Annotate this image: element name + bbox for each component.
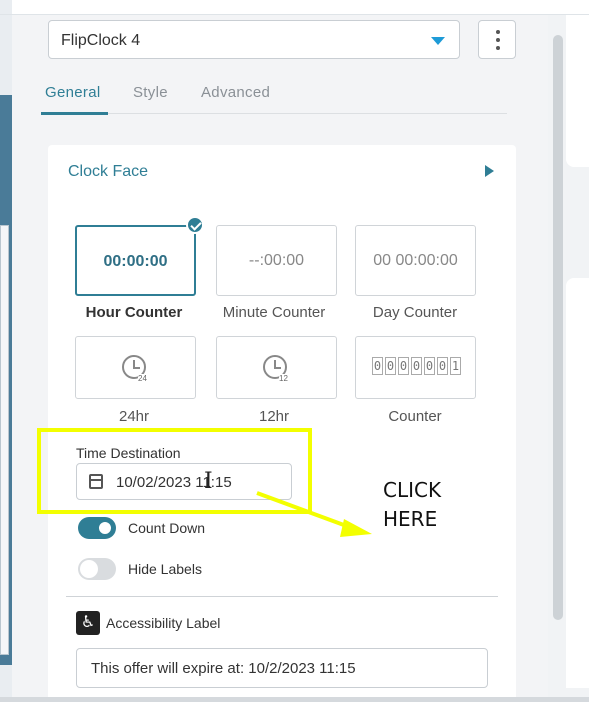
annotation-line: HERE — [383, 507, 438, 531]
annotation-arrow-icon — [256, 491, 372, 537]
annotation-line: CLICK — [383, 478, 442, 502]
annotation-text: CLICK HERE — [383, 476, 441, 534]
